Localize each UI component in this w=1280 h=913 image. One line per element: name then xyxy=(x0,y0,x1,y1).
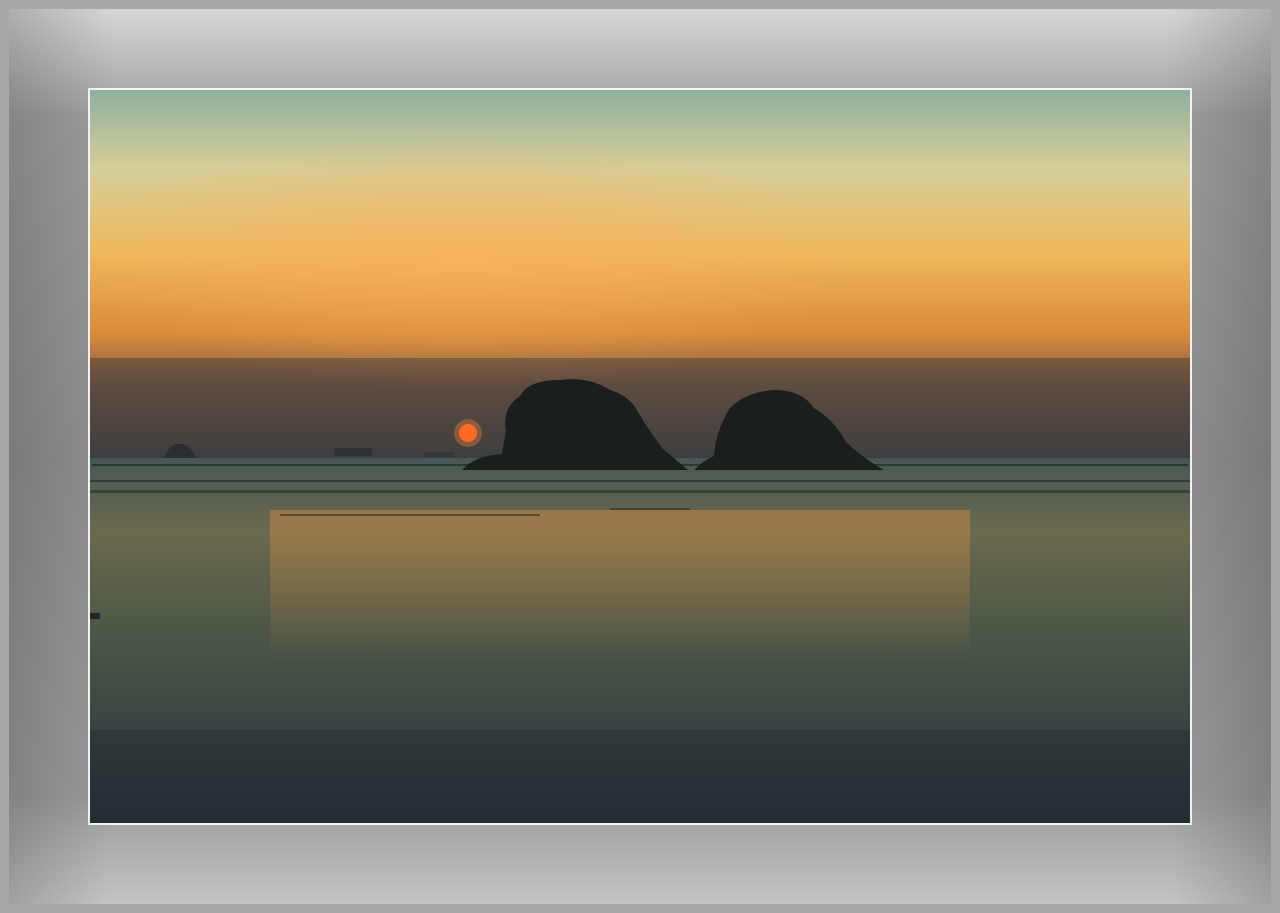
sun-reflection xyxy=(270,510,970,660)
sunset-photo xyxy=(88,88,1192,825)
foreground-water xyxy=(90,730,1190,823)
sunset-scene xyxy=(90,90,1190,823)
sun-halo xyxy=(454,419,482,447)
distant-ship-small xyxy=(424,452,454,457)
distant-ship xyxy=(334,448,372,456)
